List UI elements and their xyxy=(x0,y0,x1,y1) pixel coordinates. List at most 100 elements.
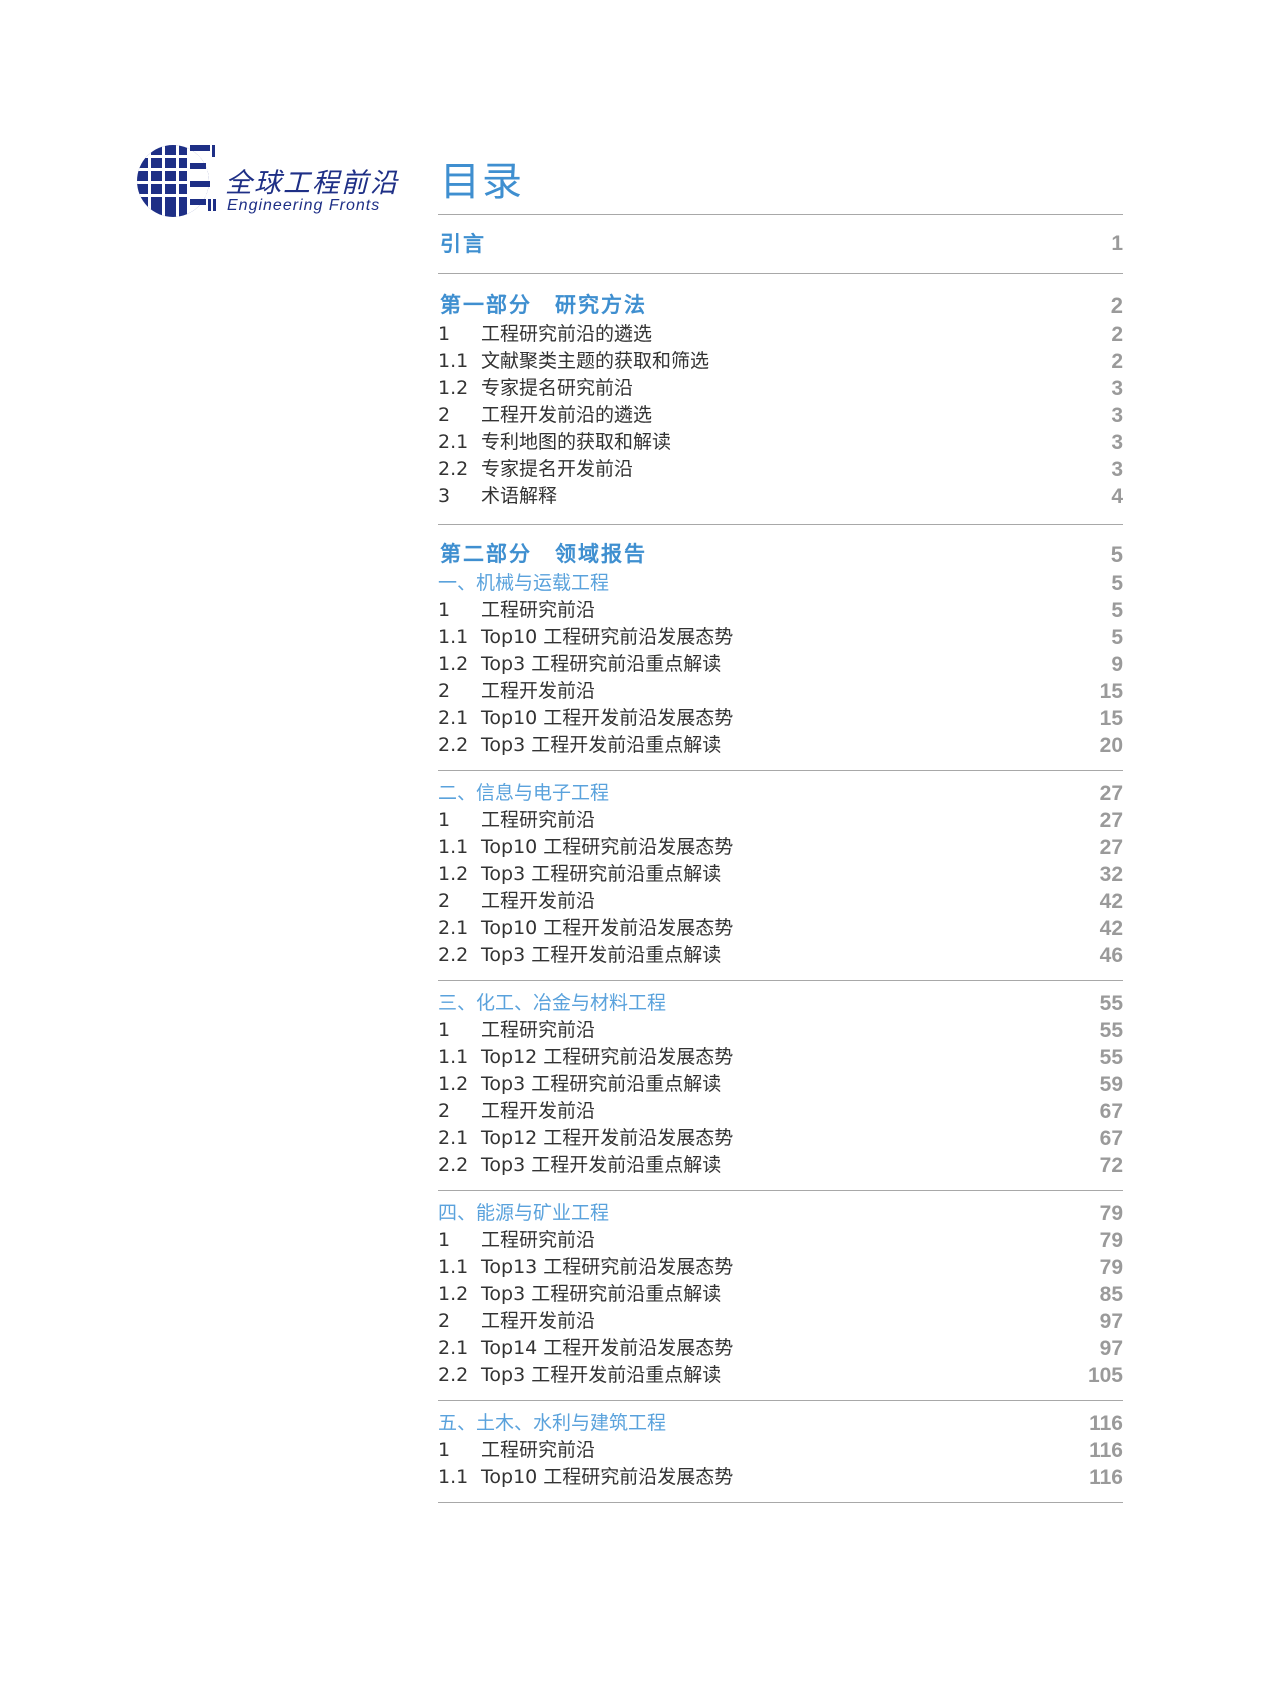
toc-entry[interactable]: 2 工程开发前沿的遴选 3 xyxy=(438,402,1123,429)
logo-title-cn: 全球工程前沿 xyxy=(225,168,399,199)
toc-domain-heading[interactable]: 四、能源与矿业工程 79 xyxy=(438,1200,1123,1227)
page-number: 55 xyxy=(1099,992,1123,1015)
toc-entry[interactable]: 1.1 Top10 工程研究前沿发展态势 27 xyxy=(438,834,1123,861)
toc-entry[interactable]: 2.2 专家提名开发前沿 3 xyxy=(438,456,1123,483)
section-number: 2 xyxy=(438,404,451,426)
divider xyxy=(438,1502,1123,1503)
domain-title: 二、信息与电子工程 xyxy=(438,782,610,804)
toc-entry[interactable]: 2 工程开发前沿 42 xyxy=(438,888,1123,915)
page-number: 9 xyxy=(1111,653,1123,676)
toc-entry[interactable]: 2.1 Top14 工程开发前沿发展态势 97 xyxy=(438,1335,1123,1362)
toc-entry[interactable]: 1.2 专家提名研究前沿 3 xyxy=(438,375,1123,402)
page-number: 116 xyxy=(1089,1439,1123,1462)
page-number: 42 xyxy=(1099,917,1123,940)
page-number: 2 xyxy=(1111,350,1123,373)
toc-entry[interactable]: 2 工程开发前沿 97 xyxy=(438,1308,1123,1335)
page-number: 32 xyxy=(1099,863,1123,886)
toc-entry[interactable]: 1.1 Top10 工程研究前沿发展态势 5 xyxy=(438,624,1123,651)
toc-entry[interactable]: 1 工程研究前沿 27 xyxy=(438,807,1123,834)
toc-domain-heading[interactable]: 三、化工、冶金与材料工程 55 xyxy=(438,990,1123,1017)
entry-title: Top3 工程研究前沿重点解读 xyxy=(481,1073,722,1095)
section-number: 1.2 xyxy=(438,863,469,885)
toc-entry[interactable]: 1 工程研究前沿 5 xyxy=(438,597,1123,624)
toc-entry[interactable]: 1 工程研究前沿 79 xyxy=(438,1227,1123,1254)
page-number: 116 xyxy=(1089,1412,1123,1435)
entry-title: 术语解释 xyxy=(481,485,558,507)
section-number: 2 xyxy=(438,1310,451,1332)
toc-domain-heading[interactable]: 二、信息与电子工程 27 xyxy=(438,780,1123,807)
section-number: 1.1 xyxy=(438,1046,469,1068)
entry-title: Top14 工程开发前沿发展态势 xyxy=(481,1337,734,1359)
toc-entry[interactable]: 1.1 文献聚类主题的获取和筛选 2 xyxy=(438,348,1123,375)
section-number: 2.1 xyxy=(438,917,469,939)
entry-title: Top10 工程开发前沿发展态势 xyxy=(481,707,734,729)
toc-entry[interactable]: 1 工程研究前沿 55 xyxy=(438,1017,1123,1044)
toc-entry[interactable]: 3 术语解释 4 xyxy=(438,483,1123,510)
entry-title: 文献聚类主题的获取和筛选 xyxy=(481,350,710,372)
page-number: 105 xyxy=(1087,1364,1123,1387)
toc-entry[interactable]: 1.2 Top3 工程研究前沿重点解读 32 xyxy=(438,861,1123,888)
section-number: 1 xyxy=(438,1439,451,1461)
page-number: 15 xyxy=(1099,707,1123,730)
toc-intro-title: 引言 xyxy=(440,232,486,256)
toc-domain-heading[interactable]: 五、土木、水利与建筑工程 116 xyxy=(438,1410,1123,1437)
entry-title: 专家提名研究前沿 xyxy=(481,377,634,399)
entry-title: Top3 工程开发前沿重点解读 xyxy=(481,734,722,756)
page-number: 85 xyxy=(1099,1283,1123,1306)
page-number: 5 xyxy=(1111,572,1123,595)
section-number: 1.1 xyxy=(438,626,469,648)
toc-entry[interactable]: 1.1 Top10 工程研究前沿发展态势 116 xyxy=(438,1464,1123,1491)
toc-entry[interactable]: 2.2 Top3 工程开发前沿重点解读 72 xyxy=(438,1152,1123,1179)
entry-title: 工程开发前沿的遴选 xyxy=(481,404,653,426)
domain-title: 五、土木、水利与建筑工程 xyxy=(438,1412,667,1434)
section-number: 1.2 xyxy=(438,1073,469,1095)
page-number: 2 xyxy=(1111,323,1123,346)
page-number: 3 xyxy=(1111,431,1123,454)
toc-entry[interactable]: 1.1 Top13 工程研究前沿发展态势 79 xyxy=(438,1254,1123,1281)
entry-title: 工程研究前沿 xyxy=(481,599,596,621)
toc-entry[interactable]: 1.2 Top3 工程研究前沿重点解读 59 xyxy=(438,1071,1123,1098)
toc-entry[interactable]: 2.1 Top10 工程开发前沿发展态势 42 xyxy=(438,915,1123,942)
entry-title: Top12 工程开发前沿发展态势 xyxy=(481,1127,734,1149)
toc-entry[interactable]: 2.1 Top10 工程开发前沿发展态势 15 xyxy=(438,705,1123,732)
toc-entry[interactable]: 2.2 Top3 工程开发前沿重点解读 20 xyxy=(438,732,1123,759)
toc-entry[interactable]: 1.2 Top3 工程研究前沿重点解读 85 xyxy=(438,1281,1123,1308)
page-number: 2 xyxy=(1110,293,1123,318)
section-number: 2.2 xyxy=(438,944,469,966)
entry-title: 工程开发前沿 xyxy=(481,890,596,912)
toc-entry[interactable]: 2.1 Top12 工程开发前沿发展态势 67 xyxy=(438,1125,1123,1152)
section-number: 2.2 xyxy=(438,734,469,756)
section-number: 1.1 xyxy=(438,350,469,372)
domain-title: 四、能源与矿业工程 xyxy=(438,1202,610,1224)
page-number: 72 xyxy=(1099,1154,1123,1177)
toc-entry[interactable]: 1 工程研究前沿的遴选 2 xyxy=(438,321,1123,348)
entry-title: Top3 工程开发前沿重点解读 xyxy=(481,1364,722,1386)
page-number: 42 xyxy=(1099,890,1123,913)
page-number: 116 xyxy=(1089,1466,1123,1489)
page-number: 15 xyxy=(1099,680,1123,703)
toc-entry[interactable]: 1.1 Top12 工程研究前沿发展态势 55 xyxy=(438,1044,1123,1071)
toc-entry[interactable]: 2.2 Top3 工程开发前沿重点解读 105 xyxy=(438,1362,1123,1389)
toc-entry[interactable]: 2.2 Top3 工程开发前沿重点解读 46 xyxy=(438,942,1123,969)
section-number: 2.1 xyxy=(438,431,469,453)
section-number: 1 xyxy=(438,1229,451,1251)
toc-part-heading[interactable]: 第一部分 研究方法 2 xyxy=(438,290,1123,321)
toc-entry[interactable]: 2 工程开发前沿 15 xyxy=(438,678,1123,705)
toc-entry[interactable]: 1 工程研究前沿 116 xyxy=(438,1437,1123,1464)
toc-title: 目录 xyxy=(440,159,524,205)
section-number: 2.2 xyxy=(438,1154,469,1176)
page-number: 79 xyxy=(1099,1229,1123,1252)
section-number: 2.2 xyxy=(438,1364,469,1386)
page-number: 5 xyxy=(1110,542,1123,567)
toc-intro[interactable]: 引言 1 xyxy=(438,228,1123,260)
entry-title: 工程研究前沿 xyxy=(481,1439,596,1461)
section-number: 1 xyxy=(438,809,451,831)
toc-part-heading[interactable]: 第二部分 领域报告 5 xyxy=(438,539,1123,570)
domain-title: 一、机械与运载工程 xyxy=(438,572,610,594)
toc-entry[interactable]: 2 工程开发前沿 67 xyxy=(438,1098,1123,1125)
page-number: 3 xyxy=(1111,377,1123,400)
toc-entry[interactable]: 1.2 Top3 工程研究前沿重点解读 9 xyxy=(438,651,1123,678)
toc-domain-heading[interactable]: 一、机械与运载工程 5 xyxy=(438,570,1123,597)
toc-entry[interactable]: 2.1 专利地图的获取和解读 3 xyxy=(438,429,1123,456)
page-number: 27 xyxy=(1099,836,1123,859)
